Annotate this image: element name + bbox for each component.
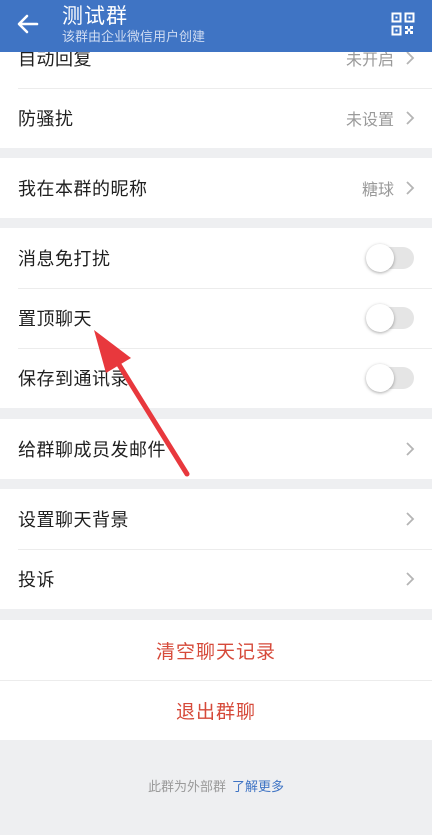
- title-bar: 测试群 该群由企业微信用户创建: [0, 0, 432, 52]
- footer-note: 此群为外部群 了解更多: [0, 776, 432, 795]
- row-value: 糖球: [361, 180, 394, 199]
- learn-more-link[interactable]: 了解更多: [232, 780, 284, 795]
- chat-background-row[interactable]: 设置聊天背景: [0, 489, 432, 549]
- danger-actions-group: 清空聊天记录 退出群聊: [0, 620, 432, 740]
- row-label: 保存到通讯录: [18, 369, 129, 390]
- pin-chat-row: 置顶聊天: [0, 288, 432, 348]
- chevron-right-icon: [406, 51, 415, 65]
- chevron-right-icon: [406, 512, 415, 526]
- external-group-note: 此群为外部群: [147, 780, 226, 795]
- row-label: 设置聊天背景: [18, 510, 129, 531]
- chevron-right-icon: [406, 111, 415, 125]
- page-title: 测试群: [62, 4, 128, 28]
- row-label: 消息免打扰: [18, 249, 111, 270]
- chevron-right-icon: [406, 181, 415, 195]
- email-members-row[interactable]: 给群聊成员发邮件: [0, 419, 432, 479]
- qr-code-icon: [391, 12, 415, 36]
- save-to-contacts-row: 保存到通讯录: [0, 348, 432, 408]
- row-label: 给群聊成员发邮件: [18, 440, 166, 461]
- save-to-contacts-toggle[interactable]: [366, 364, 414, 392]
- settings-group-misc: 设置聊天背景 投诉: [0, 489, 432, 609]
- pin-chat-toggle[interactable]: [366, 304, 414, 332]
- anti-harassment-row[interactable]: 防骚扰 未设置: [0, 88, 432, 148]
- chevron-right-icon: [406, 572, 415, 586]
- mute-notifications-row: 消息免打扰: [0, 228, 432, 288]
- settings-group-email: 给群聊成员发邮件: [0, 419, 432, 479]
- qr-code-button[interactable]: [391, 12, 417, 38]
- complaint-row[interactable]: 投诉: [0, 549, 432, 609]
- quit-group-button[interactable]: 退出群聊: [0, 680, 432, 740]
- row-label: 置顶聊天: [18, 309, 92, 330]
- page-subtitle: 该群由企业微信用户创建: [62, 30, 206, 45]
- back-arrow-icon: [17, 14, 39, 34]
- group-nickname-row[interactable]: 我在本群的昵称 糖球: [0, 158, 432, 218]
- row-label: 防骚扰: [18, 109, 74, 130]
- chevron-right-icon: [406, 442, 415, 456]
- row-value: 未设置: [345, 110, 394, 129]
- toggle-knob: [366, 364, 394, 392]
- row-label: 投诉: [18, 570, 55, 591]
- back-button[interactable]: [14, 10, 42, 38]
- clear-history-button[interactable]: 清空聊天记录: [0, 620, 432, 680]
- toggle-knob: [366, 244, 394, 272]
- settings-group-nickname: 我在本群的昵称 糖球: [0, 158, 432, 218]
- row-label: 我在本群的昵称: [18, 179, 148, 200]
- settings-group-toggles: 消息免打扰 置顶聊天 保存到通讯录: [0, 228, 432, 408]
- mute-notifications-toggle[interactable]: [366, 244, 414, 272]
- toggle-knob: [366, 304, 394, 332]
